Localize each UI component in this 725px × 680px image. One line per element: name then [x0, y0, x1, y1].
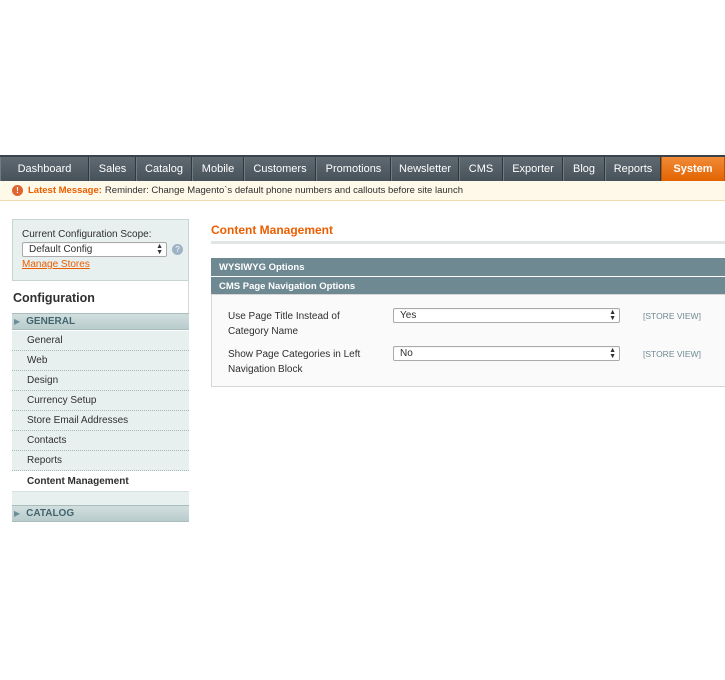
show-page-categories-select[interactable]: No ▲ ▼	[393, 346, 620, 361]
triangle-right-icon: ▶	[14, 509, 21, 518]
use-page-title-value: Yes	[400, 310, 417, 321]
nav-item-mobile[interactable]: Mobile	[192, 157, 244, 181]
nav-item-customers[interactable]: Customers	[244, 157, 316, 181]
nav-item-reports[interactable]: Reports	[605, 157, 661, 181]
sidebar-item-contacts[interactable]: Contacts	[12, 431, 189, 451]
nav-item-promotions[interactable]: Promotions	[316, 157, 391, 181]
section-general-label: GENERAL	[26, 316, 76, 327]
message-label: Latest Message:	[28, 185, 102, 196]
nav-item-cms[interactable]: CMS	[459, 157, 503, 181]
section-catalog-label: CATALOG	[26, 508, 75, 519]
fieldset-cms-nav-header[interactable]: CMS Page Navigation Options	[211, 277, 725, 295]
scope-select[interactable]: Default Config ▲ ▼	[22, 242, 167, 257]
nav-item-dashboard[interactable]: Dashboard	[0, 157, 89, 181]
warning-icon: !	[12, 185, 23, 196]
sidebar-item-currency-setup[interactable]: Currency Setup	[12, 391, 189, 411]
help-icon[interactable]: ?	[172, 244, 183, 255]
main-nav: Dashboard Sales Catalog Mobile Customers Prom…	[0, 155, 725, 181]
title-divider	[211, 241, 725, 244]
show-page-categories-value: No	[400, 348, 413, 359]
section-general[interactable]: ▶ GENERAL	[12, 313, 189, 330]
message-text: Reminder: Change Magento`s default phone…	[104, 185, 463, 196]
nav-item-blog[interactable]: Blog	[563, 157, 605, 181]
use-page-title-select[interactable]: Yes ▲ ▼	[393, 308, 620, 323]
section-catalog[interactable]: ▶ CATALOG	[12, 505, 189, 522]
scope-select-value: Default Config	[29, 244, 93, 255]
sidebar-item-reports[interactable]: Reports	[12, 451, 189, 471]
nav-item-sales[interactable]: Sales	[89, 157, 136, 181]
nav-item-newsletter[interactable]: Newsletter	[391, 157, 459, 181]
scope-tag: [STORE VIEW]	[643, 311, 701, 321]
sidebar-item-design[interactable]: Design	[12, 371, 189, 391]
nav-item-system[interactable]: System	[661, 157, 725, 181]
sidebar-item-general[interactable]: General	[12, 331, 189, 351]
select-arrows-icon: ▲ ▼	[609, 347, 616, 360]
sidebar-spacer	[12, 491, 189, 505]
nav-item-catalog[interactable]: Catalog	[136, 157, 192, 181]
page-title: Content Management	[211, 223, 334, 237]
message-bar: ! Latest Message: Reminder: Change Magen…	[0, 181, 725, 201]
field-label-show-page-categories: Show Page Categories in Left Navigation …	[228, 349, 361, 375]
select-arrows-icon: ▲ ▼	[156, 243, 163, 256]
fieldset-cms-nav-body: Use Page Title Instead of Category Name …	[211, 294, 725, 387]
nav-item-exporter[interactable]: Exporter	[503, 157, 563, 181]
manage-stores-link[interactable]: Manage Stores	[22, 259, 90, 270]
scope-label: Current Configuration Scope:	[22, 229, 152, 240]
sidebar-title: Configuration	[12, 281, 189, 314]
field-label-use-page-title: Use Page Title Instead of Category Name	[228, 311, 340, 337]
sidebar-item-store-email-addresses[interactable]: Store Email Addresses	[12, 411, 189, 431]
triangle-right-icon: ▶	[14, 317, 21, 326]
config-scope-box: Current Configuration Scope: Default Con…	[12, 219, 189, 281]
sidebar-item-content-management[interactable]: Content Management	[12, 471, 189, 491]
fieldset-wysiwyg-header[interactable]: WYSIWYG Options	[211, 258, 725, 276]
select-arrows-icon: ▲ ▼	[609, 309, 616, 322]
scope-tag: [STORE VIEW]	[643, 349, 701, 359]
sidebar-item-web[interactable]: Web	[12, 351, 189, 371]
sidebar-list: General Web Design Currency Setup Store Emai…	[12, 331, 189, 491]
